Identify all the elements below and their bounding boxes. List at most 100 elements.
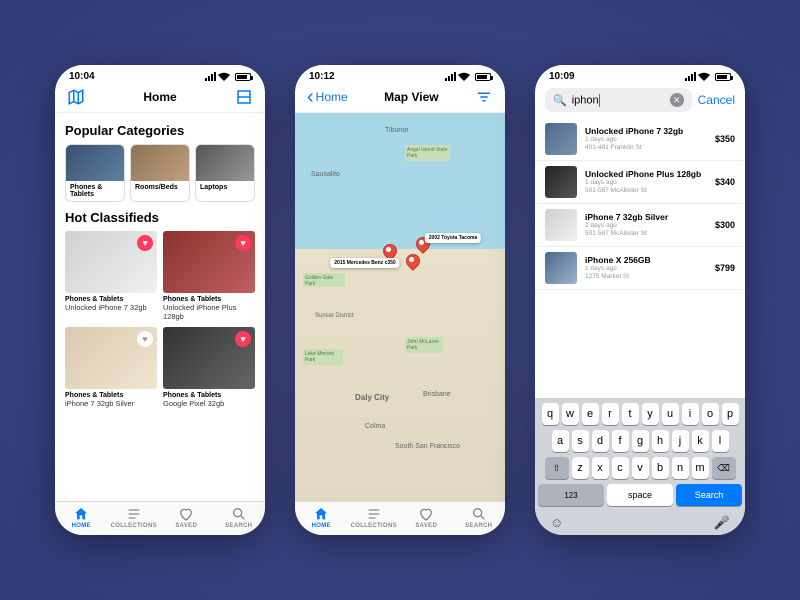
key-f[interactable]: f xyxy=(612,430,629,452)
result-thumb xyxy=(545,123,577,155)
result-row[interactable]: Unlocked iPhone 7 32gb1 days ago401-481 … xyxy=(535,118,745,161)
listing-card[interactable]: ♥Phones & TabletsGoogle Pixel 32gb xyxy=(163,327,255,408)
search-icon xyxy=(471,506,487,522)
key-h[interactable]: h xyxy=(652,430,669,452)
search-results[interactable]: Unlocked iPhone 7 32gb1 days ago401-481 … xyxy=(535,118,745,398)
key-backspace[interactable]: ⌫ xyxy=(712,457,736,479)
map-icon[interactable] xyxy=(67,88,85,106)
listing-card[interactable]: ♥Phones & TabletsUnlocked iPhone 7 32gb xyxy=(65,231,157,321)
key-v[interactable]: v xyxy=(632,457,649,479)
listing-card[interactable]: ♥Phones & TabletsiPhone 7 32gb Silver xyxy=(65,327,157,408)
map-pin[interactable] xyxy=(406,254,420,268)
key-b[interactable]: b xyxy=(652,457,669,479)
scan-icon[interactable] xyxy=(235,88,253,106)
key-u[interactable]: u xyxy=(662,403,679,425)
key-q[interactable]: q xyxy=(542,403,559,425)
category-card[interactable]: Laptops xyxy=(195,144,255,202)
favorite-icon[interactable]: ♥ xyxy=(235,331,251,347)
map-label: Brisbane xyxy=(423,391,451,398)
map-callout[interactable]: 2002 Toyota Tacoma xyxy=(425,233,481,243)
battery-icon xyxy=(475,73,491,81)
key-o[interactable]: o xyxy=(702,403,719,425)
filter-icon[interactable] xyxy=(475,88,493,106)
signal-icon xyxy=(685,72,696,81)
key-i[interactable]: i xyxy=(682,403,699,425)
cancel-button[interactable]: Cancel xyxy=(698,93,735,107)
result-row[interactable]: iPhone X 256GB1 days ago1275 Market St$7… xyxy=(535,247,745,290)
home-scroll[interactable]: Popular Categories Phones & Tablets Room… xyxy=(55,113,265,501)
listing-image: ♥ xyxy=(163,231,255,293)
key-t[interactable]: t xyxy=(622,403,639,425)
phone-map: 10:12 Home Map View Tiburon Sausalito An… xyxy=(295,65,505,535)
tab-collections[interactable]: COLLECTIONS xyxy=(108,506,161,529)
key-r[interactable]: r xyxy=(602,403,619,425)
key-space[interactable]: space xyxy=(607,484,673,506)
map-callout[interactable]: 2015 Mercedes Benz c350 xyxy=(330,258,399,268)
key-a[interactable]: a xyxy=(552,430,569,452)
category-image xyxy=(196,145,254,181)
phone-home: 10:04 Home Popular Categories Phones & T… xyxy=(55,65,265,535)
mic-icon[interactable]: 🎤 xyxy=(714,515,730,531)
key-y[interactable]: y xyxy=(642,403,659,425)
map-view[interactable]: Tiburon Sausalito Angel Island State Par… xyxy=(295,113,505,501)
phone-search: 10:09 🔍 iphon ✕ Cancel Unlocked iPhone 7… xyxy=(535,65,745,535)
tab-home[interactable]: HOME xyxy=(295,506,348,529)
map-label: South San Francisco xyxy=(395,443,460,450)
home-icon xyxy=(73,506,89,522)
tab-collections[interactable]: COLLECTIONS xyxy=(348,506,401,529)
search-icon: 🔍 xyxy=(553,94,567,107)
home-icon xyxy=(313,506,329,522)
key-p[interactable]: p xyxy=(722,403,739,425)
search-icon xyxy=(231,506,247,522)
result-thumb xyxy=(545,166,577,198)
key-k[interactable]: k xyxy=(692,430,709,452)
wifi-icon xyxy=(458,72,470,81)
map-pin[interactable] xyxy=(383,244,397,258)
map-label: Sausalito xyxy=(311,171,340,178)
favorite-icon[interactable]: ♥ xyxy=(235,235,251,251)
result-row[interactable]: Unlocked iPhone Plus 128gb1 days ago501-… xyxy=(535,161,745,204)
wifi-icon xyxy=(218,72,230,81)
keyboard: qwertyuiop asdfghjkl ⇧ zxcvbnm ⌫ 123 spa… xyxy=(535,398,745,535)
favorite-icon[interactable]: ♥ xyxy=(137,331,153,347)
emoji-icon[interactable]: ☺ xyxy=(550,515,563,531)
tab-bar: HOME COLLECTIONS SAVED SEARCH xyxy=(55,501,265,535)
key-e[interactable]: e xyxy=(582,403,599,425)
nav-bar: Home xyxy=(55,84,265,113)
key-shift[interactable]: ⇧ xyxy=(545,457,569,479)
listings-grid: ♥Phones & TabletsUnlocked iPhone 7 32gb … xyxy=(65,231,255,408)
tab-search[interactable]: SEARCH xyxy=(453,506,506,529)
tab-saved[interactable]: SAVED xyxy=(160,506,213,529)
status-icons xyxy=(445,72,491,81)
signal-icon xyxy=(205,72,216,81)
key-search[interactable]: Search xyxy=(676,484,742,506)
favorite-icon[interactable]: ♥ xyxy=(137,235,153,251)
key-g[interactable]: g xyxy=(632,430,649,452)
search-input[interactable]: 🔍 iphon ✕ xyxy=(545,88,692,112)
map-label: Colma xyxy=(365,423,385,430)
tab-saved[interactable]: SAVED xyxy=(400,506,453,529)
listing-image: ♥ xyxy=(65,231,157,293)
key-w[interactable]: w xyxy=(562,403,579,425)
key-m[interactable]: m xyxy=(692,457,709,479)
category-card[interactable]: Rooms/Beds xyxy=(130,144,190,202)
key-z[interactable]: z xyxy=(572,457,589,479)
map-label: Tiburon xyxy=(385,127,408,134)
key-c[interactable]: c xyxy=(612,457,629,479)
tab-home[interactable]: HOME xyxy=(55,506,108,529)
heart-icon xyxy=(418,506,434,522)
key-n[interactable]: n xyxy=(672,457,689,479)
back-button[interactable]: Home xyxy=(307,90,348,104)
key-l[interactable]: l xyxy=(712,430,729,452)
key-123[interactable]: 123 xyxy=(538,484,604,506)
categories-row: Phones & Tablets Rooms/Beds Laptops xyxy=(65,144,255,202)
result-row[interactable]: iPhone 7 32gb Silver1 days ago501-587 Mc… xyxy=(535,204,745,247)
key-x[interactable]: x xyxy=(592,457,609,479)
tab-search[interactable]: SEARCH xyxy=(213,506,266,529)
key-d[interactable]: d xyxy=(592,430,609,452)
key-j[interactable]: j xyxy=(672,430,689,452)
clear-icon[interactable]: ✕ xyxy=(670,93,684,107)
listing-card[interactable]: ♥Phones & TabletsUnlocked iPhone Plus 12… xyxy=(163,231,255,321)
key-s[interactable]: s xyxy=(572,430,589,452)
category-card[interactable]: Phones & Tablets xyxy=(65,144,125,202)
